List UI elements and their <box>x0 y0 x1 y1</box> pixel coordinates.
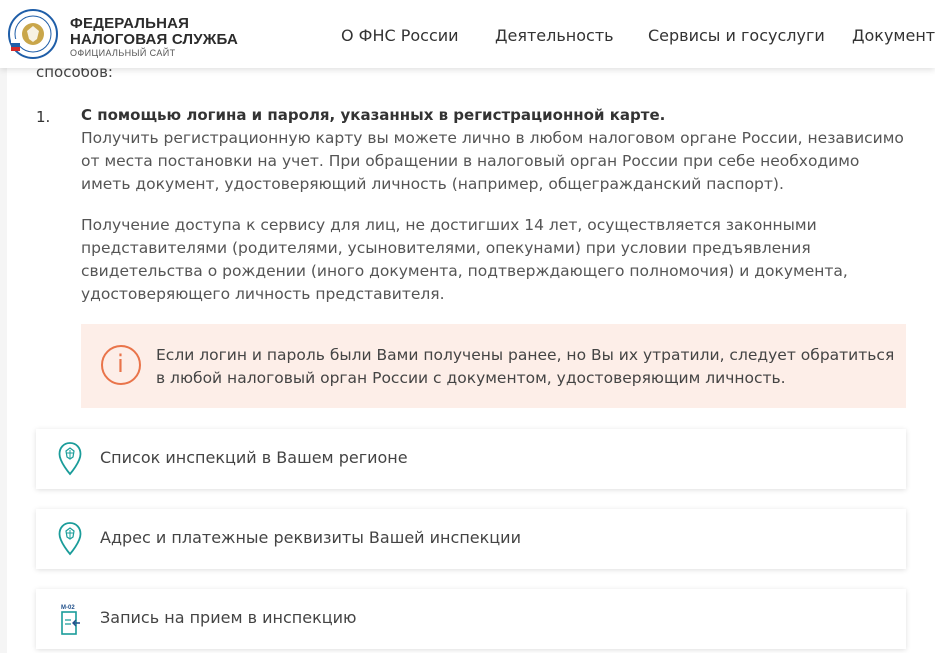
appointment-icon-label: М-02 <box>61 605 75 611</box>
site-header: ФЕДЕРАЛЬНАЯ НАЛОГОВАЯ СЛУЖБА ОФИЦИАЛЬНЫЙ… <box>0 0 935 68</box>
map-pin-icon <box>58 522 82 556</box>
list-item-title: С помощью логина и пароля, указанных в р… <box>81 106 666 124</box>
nav-services[interactable]: Сервисы и госуслуги <box>648 26 825 45</box>
notice-text: Если логин и пароль были Вами получены р… <box>156 346 895 387</box>
card-label: Запись на прием в инспекцию <box>100 608 357 627</box>
card-label: Адрес и платежные реквизиты Вашей инспек… <box>100 528 521 547</box>
paragraph-registration-card: Получить регистрационную карту вы можете… <box>81 129 904 193</box>
fns-emblem-icon[interactable] <box>8 9 58 59</box>
paragraph-minors-access: Получение доступа к сервису для лиц, не … <box>81 216 848 303</box>
card-appointment[interactable]: М-02 Запись на прием в инспекцию <box>36 589 906 649</box>
info-icon: i <box>101 345 141 385</box>
nav-documents[interactable]: Документы <box>852 26 935 45</box>
card-inspections-list[interactable]: Список инспекций в Вашем регионе <box>36 429 906 489</box>
list-item-number: 1. <box>36 108 51 126</box>
map-pin-icon <box>58 442 82 476</box>
logo-line-2: НАЛОГОВАЯ СЛУЖБА <box>70 31 238 48</box>
info-icon-glyph: i <box>117 350 124 378</box>
notice-box: i Если логин и пароль были Вами получены… <box>81 324 906 408</box>
logo-line-1: ФЕДЕРАЛЬНАЯ <box>70 15 190 32</box>
appointment-icon: М-02 <box>61 605 80 635</box>
card-inspection-address[interactable]: Адрес и платежные реквизиты Вашей инспек… <box>36 509 906 569</box>
nav-activity[interactable]: Деятельность <box>495 26 614 45</box>
card-label: Список инспекций в Вашем регионе <box>100 448 408 467</box>
nav-about[interactable]: О ФНС России <box>341 26 459 45</box>
logo-subtitle: ОФИЦИАЛЬНЫЙ САЙТ <box>70 48 176 58</box>
site-logo-text[interactable]: ФЕДЕРАЛЬНАЯ НАЛОГОВАЯ СЛУЖБА ОФИЦИАЛЬНЫЙ… <box>70 16 238 59</box>
